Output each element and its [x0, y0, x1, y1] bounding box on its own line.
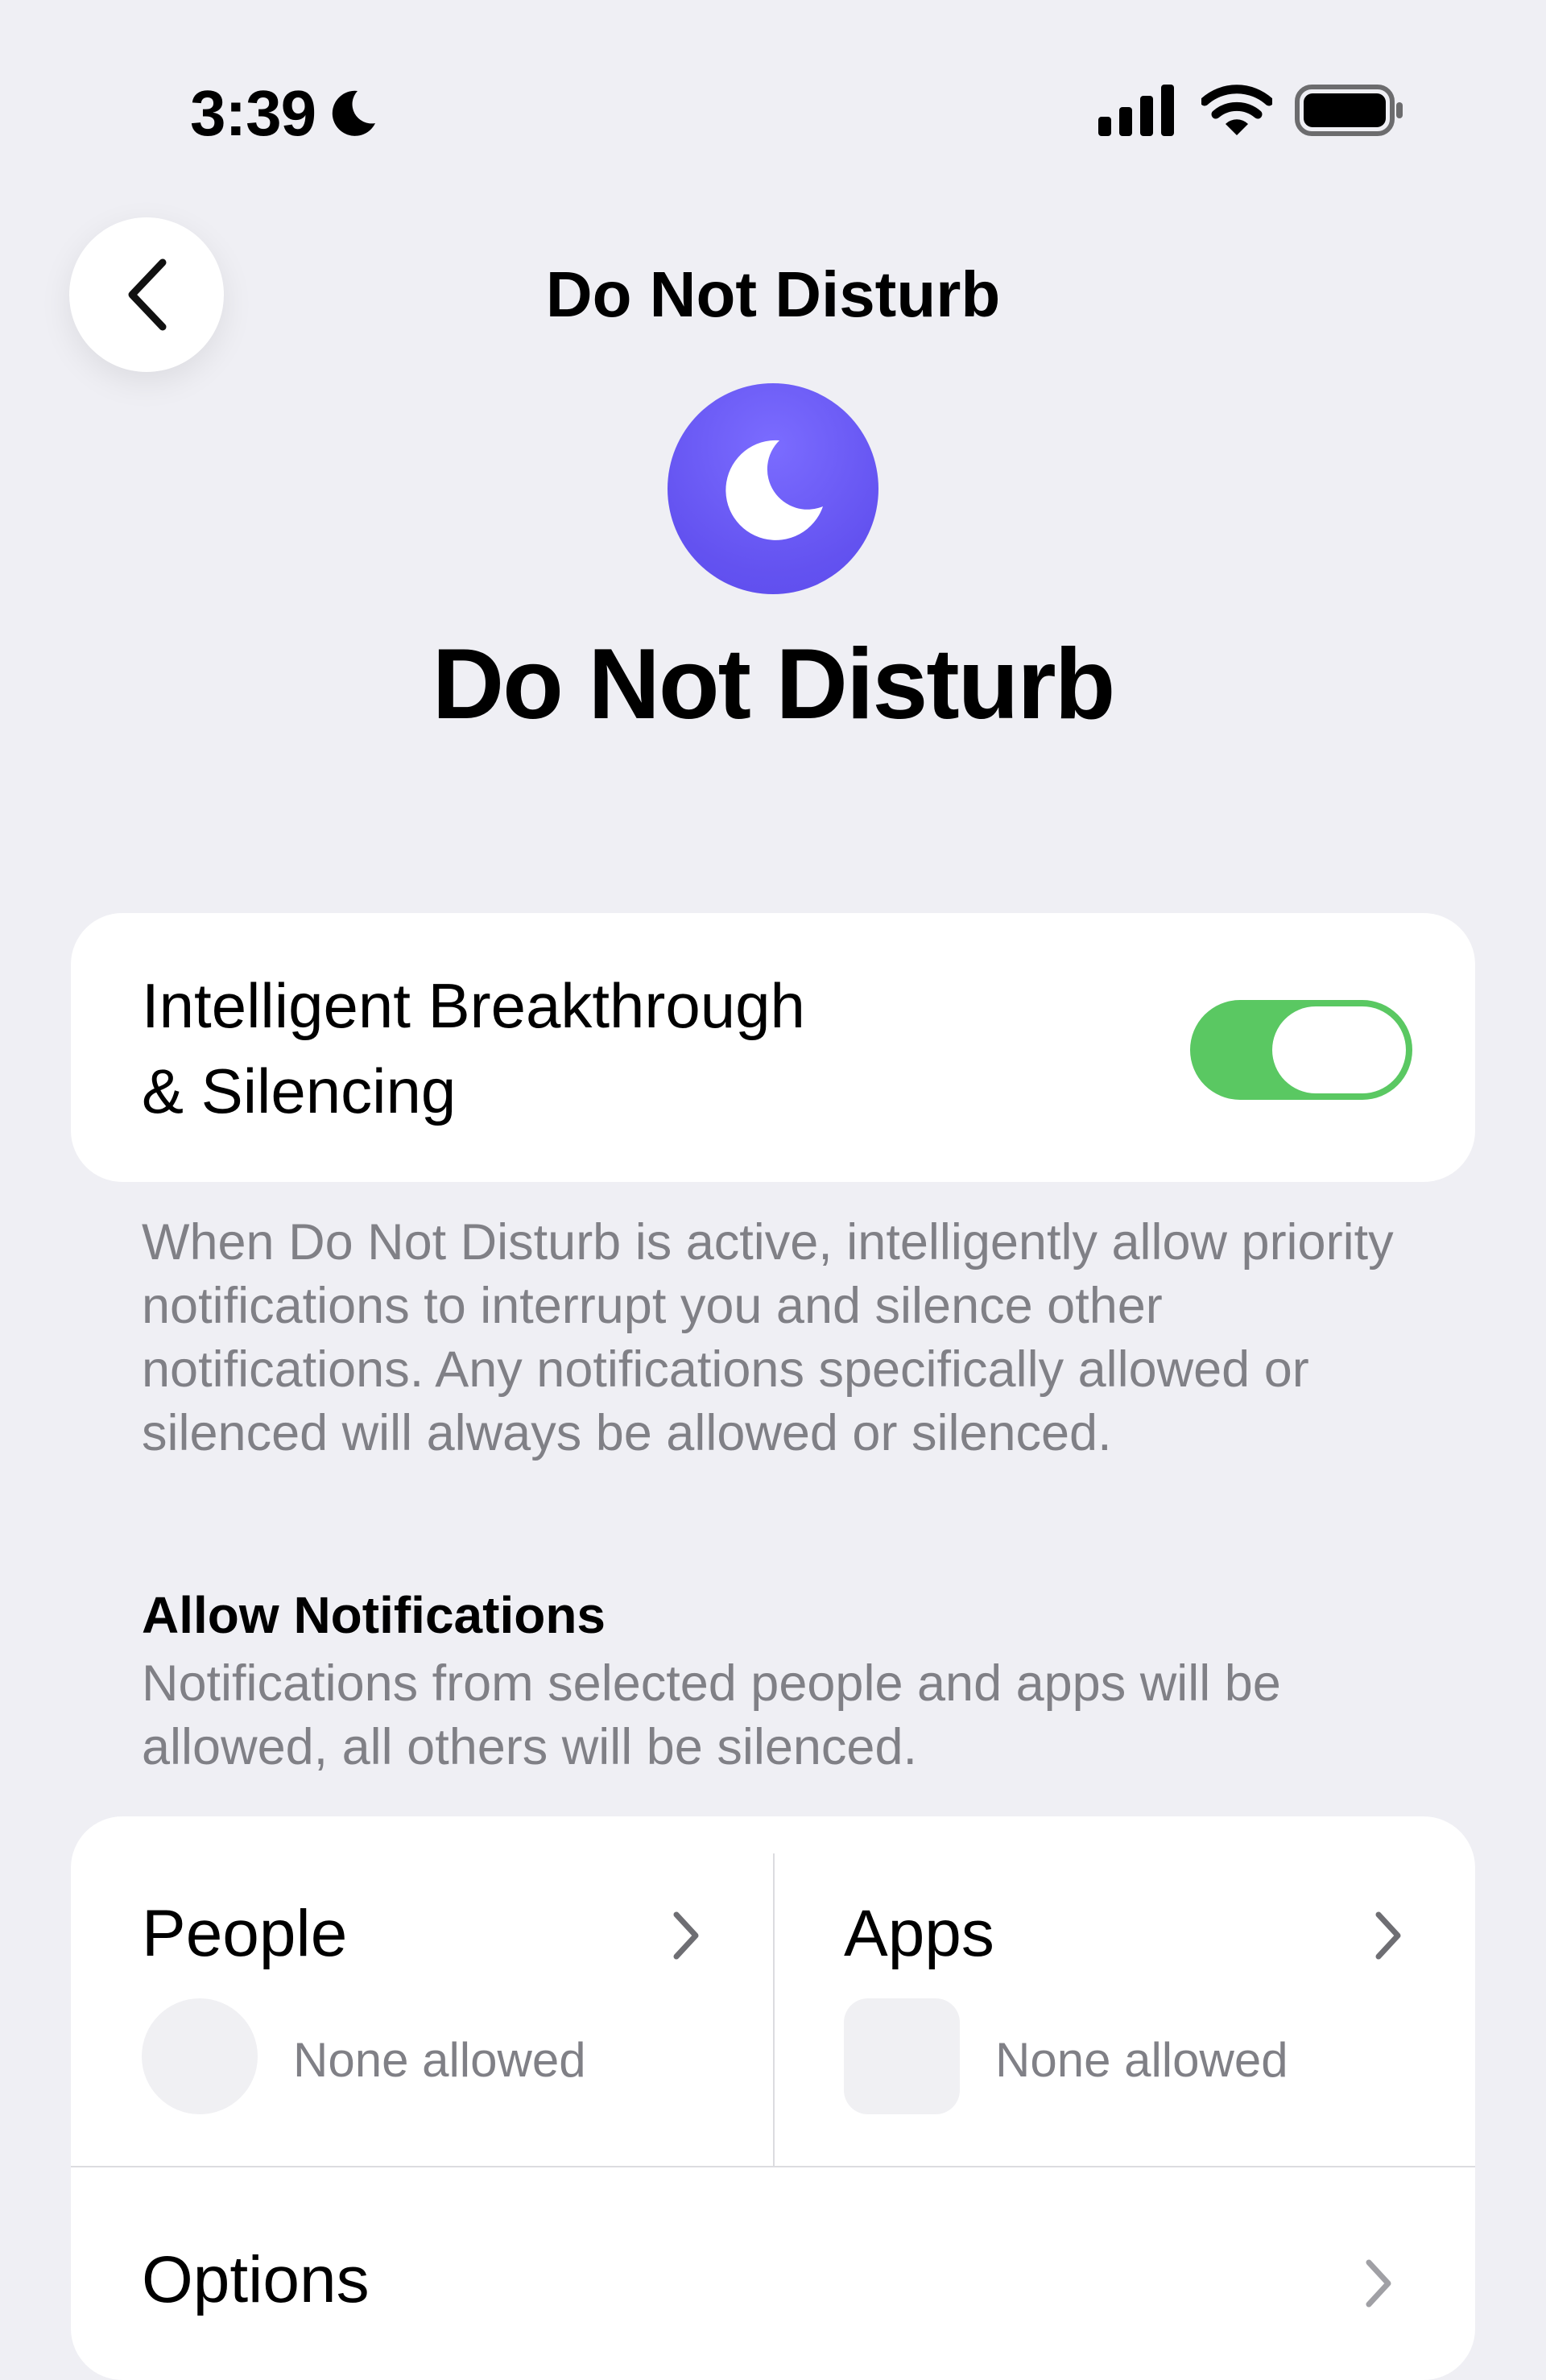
people-avatar-placeholder: [142, 1998, 258, 2114]
status-icons: [1098, 84, 1404, 137]
people-status: None allowed: [293, 2033, 586, 2087]
people-label: People: [142, 1897, 348, 1970]
status-time-text: 3:39: [190, 77, 316, 149]
app-icon-placeholder: [844, 1998, 960, 2114]
options-row[interactable]: Options: [71, 2167, 1475, 2380]
allow-notifications-subtitle: Notifications from selected people and a…: [142, 1655, 1281, 1775]
apps-cell[interactable]: Apps None allowed: [773, 1816, 1475, 2166]
people-cell[interactable]: People None allowed: [71, 1816, 773, 2166]
apps-status: None allowed: [995, 2033, 1288, 2087]
allow-notifications-header: Allow Notifications: [142, 1586, 606, 1644]
status-time: 3:39: [190, 77, 380, 150]
chevron-right-icon: [1375, 1911, 1401, 1960]
intelligent-breakthrough-footnote: When Do Not Disturb is active, intellige…: [142, 1214, 1394, 1461]
intelligent-breakthrough-card: Intelligent Breakthrough & Silencing: [71, 913, 1475, 1182]
chevron-right-icon: [673, 1911, 699, 1960]
moon-icon: [725, 440, 823, 540]
allow-notifications-card: People None allowed Apps None allowed Op…: [71, 1816, 1475, 2380]
nav-title: Do Not Disturb: [545, 258, 1001, 330]
intelligent-breakthrough-label-line2: & Silencing: [142, 1056, 457, 1126]
status-bar: 3:39: [0, 0, 1546, 193]
focus-moon-badge: [668, 383, 878, 594]
chevron-right-icon: [1366, 2259, 1391, 2308]
moon-status-icon: [332, 90, 376, 136]
wifi-icon: [1201, 85, 1272, 135]
intelligent-breakthrough-label-line1: Intelligent Breakthrough: [142, 970, 805, 1041]
apps-label: Apps: [844, 1897, 994, 1970]
hero-title: Do Not Disturb: [432, 629, 1116, 740]
switch-knob: [1272, 1006, 1406, 1093]
cellular-signal-icon: [1098, 85, 1174, 136]
intelligent-breakthrough-label: Intelligent Breakthrough & Silencing: [142, 963, 1027, 1134]
options-label: Options: [142, 2243, 370, 2316]
battery-icon: [1295, 85, 1403, 136]
intelligent-breakthrough-switch[interactable]: [1190, 1000, 1412, 1100]
